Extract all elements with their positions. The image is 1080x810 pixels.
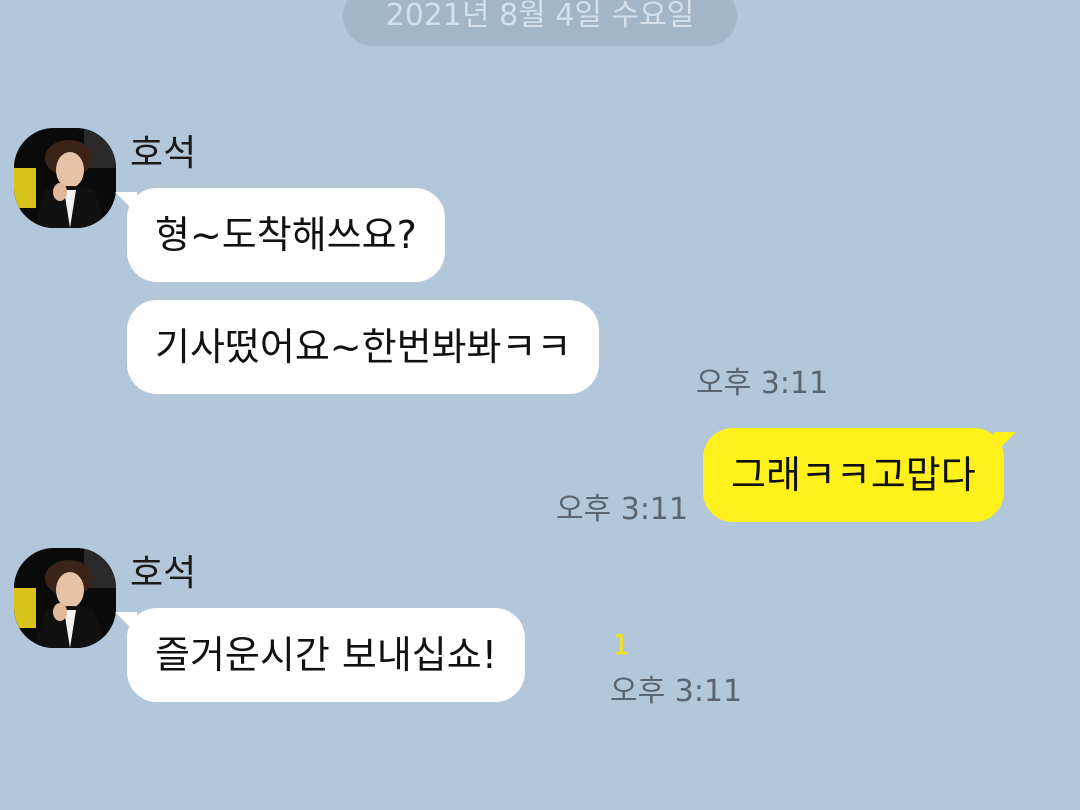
message-text: 형~도착해쓰요? [155,213,417,257]
date-divider: 2021년 8월 4일 수요일 [343,0,737,46]
sender-name: 호석 [130,133,197,174]
message-timestamp: 오후 3:11 [610,674,743,709]
sender-avatar[interactable] [14,548,116,648]
incoming-message-bubble[interactable]: 형~도착해쓰요? [115,188,445,282]
sender-name: 호석 [130,553,197,594]
bubble-tail [115,612,137,634]
outgoing-message-bubble[interactable]: 그래ㅋㅋ고맙다 [703,428,1016,522]
message-text: 즐거운시간 보내십쇼! [155,633,497,677]
incoming-message-bubble[interactable]: 즐거운시간 보내십쇼! [115,608,525,702]
incoming-message-bubble[interactable]: 기사떴어요~한번봐봐ㅋㅋ [127,300,600,394]
unread-count: 1 [612,628,630,661]
bubble-tail [993,432,1016,454]
message-timestamp: 오후 3:11 [696,366,829,401]
sender-avatar[interactable] [14,128,116,228]
message-text: 그래ㅋㅋ고맙다 [731,453,976,497]
avatar-photo-icon [14,548,116,648]
avatar-photo-icon [14,128,116,228]
message-text: 기사떴어요~한번봐봐ㅋㅋ [155,325,572,369]
bubble-tail [115,192,137,214]
message-timestamp: 오후 3:11 [556,492,689,527]
